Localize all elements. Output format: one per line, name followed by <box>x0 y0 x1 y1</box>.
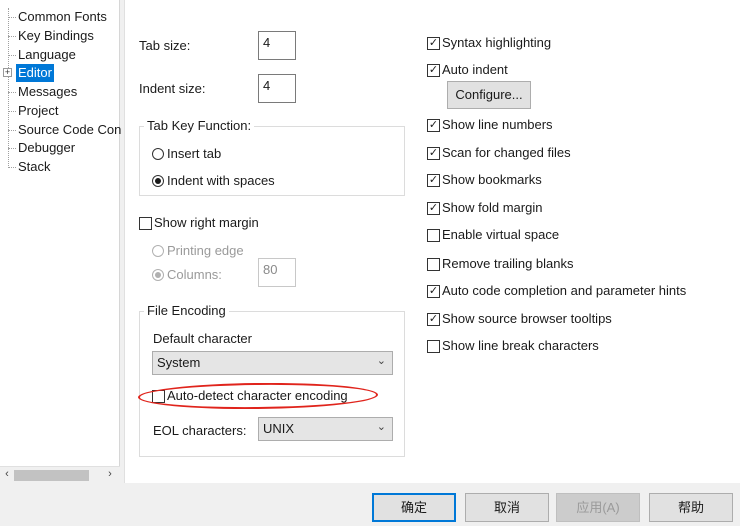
auto-indent-checkbox[interactable]: ✓ <box>427 64 440 77</box>
tree-connector <box>8 167 16 168</box>
show-line-break-characters-label[interactable]: Show line break characters <box>442 338 599 353</box>
category-tree[interactable]: Common Fonts Key Bindings Language + Edi… <box>0 0 121 483</box>
scroll-right-icon[interactable]: › <box>103 468 117 480</box>
default-character-select[interactable]: System ⌄ <box>152 351 393 375</box>
tree-item-language[interactable]: Language <box>18 46 76 64</box>
check-icon: ✓ <box>428 37 439 49</box>
show-source-browser-tooltips-checkbox[interactable]: ✓ <box>427 313 440 326</box>
show-bookmarks-label[interactable]: Show bookmarks <box>442 172 542 187</box>
cancel-button[interactable]: 取消 <box>465 493 549 522</box>
chevron-down-icon: ⌄ <box>376 355 386 367</box>
tree-connector <box>8 8 9 168</box>
auto-code-completion-label[interactable]: Auto code completion and parameter hints <box>442 283 686 298</box>
indent-with-spaces-label[interactable]: Indent with spaces <box>167 173 275 188</box>
syntax-highlighting-checkbox[interactable]: ✓ <box>427 37 440 50</box>
tree-connector <box>8 92 16 93</box>
show-line-numbers-label[interactable]: Show line numbers <box>442 117 553 132</box>
default-character-label: Default character <box>153 331 252 346</box>
auto-code-completion-checkbox[interactable]: ✓ <box>427 285 440 298</box>
scan-changed-files-label[interactable]: Scan for changed files <box>442 145 571 160</box>
tree-connector <box>8 55 16 56</box>
tree-item-editor[interactable]: Editor <box>16 64 54 82</box>
printing-edge-label[interactable]: Printing edge <box>167 243 244 258</box>
expand-icon[interactable]: + <box>3 68 12 77</box>
eol-characters-value: UNIX <box>263 421 295 436</box>
eol-characters-label: EOL characters: <box>153 423 247 438</box>
tree-connector <box>8 17 16 18</box>
show-line-numbers-checkbox[interactable]: ✓ <box>427 119 440 132</box>
tree-connector <box>8 111 16 112</box>
show-right-margin-checkbox[interactable] <box>139 217 152 230</box>
remove-trailing-blanks-label[interactable]: Remove trailing blanks <box>442 256 574 271</box>
columns-radio[interactable] <box>152 269 164 281</box>
check-icon: ✓ <box>428 285 439 297</box>
tree-connector <box>8 148 16 149</box>
auto-indent-label[interactable]: Auto indent <box>442 62 508 77</box>
insert-tab-radio[interactable] <box>152 148 164 160</box>
tree-connector <box>8 130 16 131</box>
check-icon: ✓ <box>428 147 439 159</box>
show-source-browser-tooltips-label[interactable]: Show source browser tooltips <box>442 311 612 326</box>
indent-size-label: Indent size: <box>139 81 206 96</box>
check-icon: ✓ <box>428 64 439 76</box>
check-icon: ✓ <box>428 313 439 325</box>
scan-changed-files-checkbox[interactable]: ✓ <box>427 147 440 160</box>
indent-with-spaces-radio[interactable] <box>152 175 164 187</box>
check-icon: ✓ <box>428 119 439 131</box>
tree-horizontal-scrollbar[interactable]: ‹ › <box>0 466 120 483</box>
show-right-margin-label[interactable]: Show right margin <box>154 215 259 230</box>
tree-item-key-bindings[interactable]: Key Bindings <box>18 27 94 45</box>
scroll-left-icon[interactable]: ‹ <box>0 468 14 480</box>
ok-button[interactable]: 确定 <box>372 493 456 522</box>
tree-item-messages[interactable]: Messages <box>18 83 77 101</box>
enable-virtual-space-checkbox[interactable] <box>427 229 440 242</box>
tree-item-stack[interactable]: Stack <box>18 158 51 176</box>
show-fold-margin-label[interactable]: Show fold margin <box>442 200 542 215</box>
tab-size-input[interactable]: 4 <box>258 31 296 60</box>
columns-input[interactable]: 80 <box>258 258 296 287</box>
insert-tab-label[interactable]: Insert tab <box>167 146 221 161</box>
syntax-highlighting-label[interactable]: Syntax highlighting <box>442 35 551 50</box>
tree-item-debugger[interactable]: Debugger <box>18 139 75 157</box>
printing-edge-radio[interactable] <box>152 245 164 257</box>
tree-item-source-code-control[interactable]: Source Code Con <box>18 121 121 139</box>
scrollbar-thumb[interactable] <box>14 470 89 481</box>
remove-trailing-blanks-checkbox[interactable] <box>427 258 440 271</box>
chevron-down-icon: ⌄ <box>376 421 386 433</box>
default-character-value: System <box>157 355 201 370</box>
indent-size-input[interactable]: 4 <box>258 74 296 103</box>
show-bookmarks-checkbox[interactable]: ✓ <box>427 174 440 187</box>
eol-characters-select[interactable]: UNIX ⌄ <box>258 417 393 441</box>
apply-button[interactable]: 应用(A) <box>556 493 640 522</box>
tab-size-label: Tab size: <box>139 38 191 53</box>
tab-key-function-title: Tab Key Function: <box>144 118 255 133</box>
configure-button[interactable]: Configure... <box>447 81 531 109</box>
enable-virtual-space-label[interactable]: Enable virtual space <box>442 227 559 242</box>
tree-item-project[interactable]: Project <box>18 102 58 120</box>
show-fold-margin-checkbox[interactable]: ✓ <box>427 202 440 215</box>
check-icon: ✓ <box>428 202 439 214</box>
columns-label[interactable]: Columns: <box>167 267 222 282</box>
check-icon: ✓ <box>428 174 439 186</box>
show-line-break-characters-checkbox[interactable] <box>427 340 440 353</box>
file-encoding-title: File Encoding <box>144 303 229 318</box>
tree-connector <box>8 36 16 37</box>
tree-item-common-fonts[interactable]: Common Fonts <box>18 8 107 26</box>
help-button[interactable]: 帮助 <box>649 493 733 522</box>
